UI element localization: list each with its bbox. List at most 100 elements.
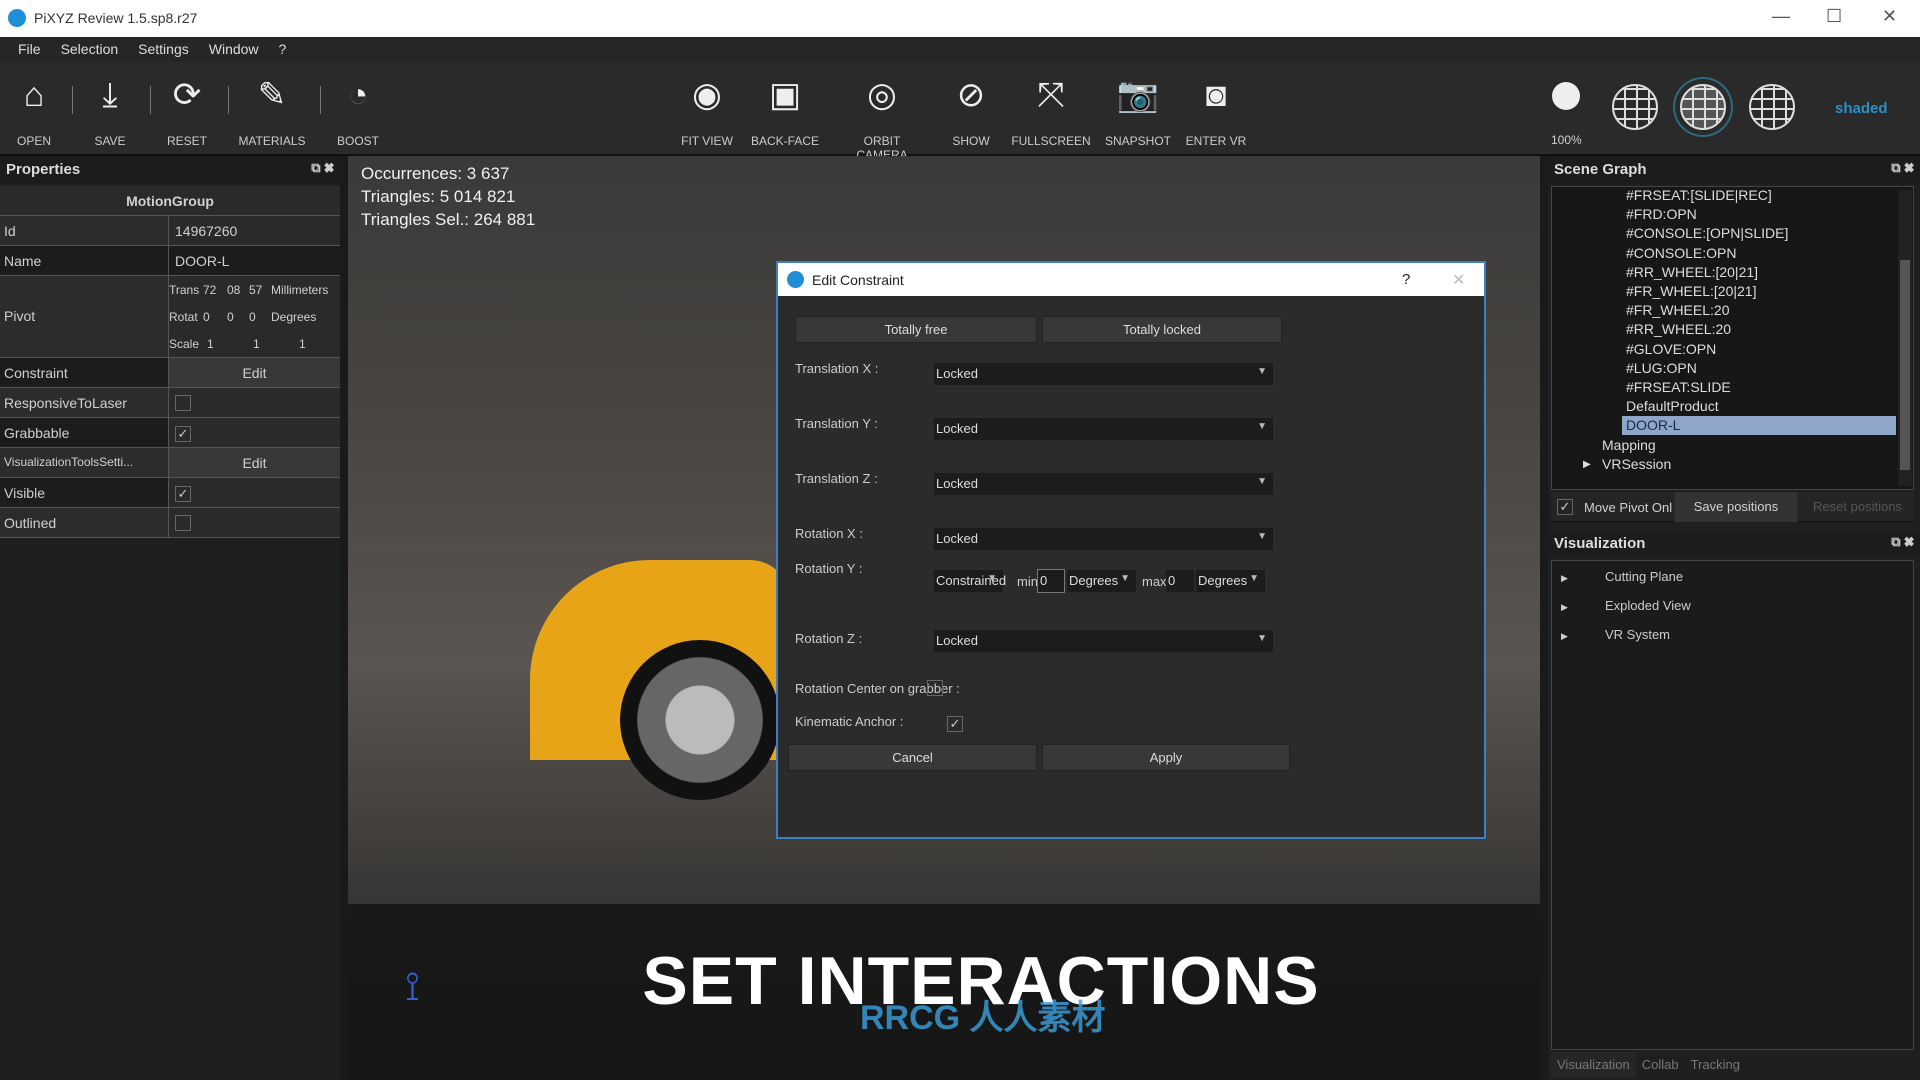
maximize-button[interactable]: ☐ [1826, 6, 1842, 27]
tree-item-vrsession[interactable]: VRSession [1602, 455, 1671, 474]
totally-locked-button[interactable]: Totally locked [1042, 316, 1282, 343]
scene-graph-actions: ✓ Move Pivot Onl Save positions Reset po… [1551, 492, 1914, 522]
tree-item[interactable]: DefaultProduct [1626, 397, 1719, 416]
constraint-dropdown[interactable]: Locked ▼ [934, 528, 1273, 550]
tab-collab[interactable]: Collab [1636, 1052, 1685, 1078]
tree-item[interactable]: #GLOVE:OPN [1626, 340, 1716, 359]
expand-arrow-icon[interactable]: ▶ [1583, 455, 1591, 474]
cancel-button[interactable]: Cancel [788, 744, 1037, 771]
toolbar-fullscreen-button[interactable]: ⤧ FULLSCREEN [1006, 70, 1096, 148]
tree-item[interactable]: #FRSEAT:SLIDE [1626, 378, 1731, 397]
undock-close-icons[interactable]: ⧉ ✖ [1891, 534, 1914, 550]
pivot-trans-value[interactable]: 08 [227, 283, 240, 297]
scene-graph-scrollbar[interactable] [1898, 190, 1912, 486]
menu-selection[interactable]: Selection [51, 37, 129, 62]
min-input[interactable]: 0 [1037, 569, 1065, 593]
tree-item[interactable]: #FR_WHEEL:20 [1626, 301, 1729, 320]
constraint-dropdown[interactable]: Locked ▼ [934, 418, 1273, 440]
tree-item[interactable]: #RR_WHEEL:20 [1626, 320, 1731, 339]
button-label: BACK-FACE [750, 134, 819, 148]
tree-item[interactable]: #FR_WHEEL:[20|21] [1626, 282, 1756, 301]
tree-item[interactable]: #RR_WHEEL:[20|21] [1626, 263, 1758, 282]
scrollbar-thumb[interactable] [1900, 260, 1910, 470]
close-button[interactable]: ✕ [1882, 6, 1897, 27]
refresh-icon: ⟳ [172, 76, 202, 114]
max-unit-dropdown[interactable]: Degrees ▼ [1196, 570, 1265, 592]
tree-item[interactable]: DOOR-L [1622, 416, 1896, 436]
pivot-unit[interactable]: Millimeters [271, 283, 328, 297]
toolbar-orbit-camera-button[interactable]: ◎ ORBIT CAMERA [837, 70, 927, 162]
tab-tracking[interactable]: Tracking [1685, 1052, 1746, 1078]
menu-settings[interactable]: Settings [128, 37, 199, 62]
pivot-trans-value[interactable]: 72 [203, 283, 216, 297]
pivot-unit[interactable]: Degrees [271, 310, 316, 324]
apply-button[interactable]: Apply [1042, 744, 1290, 771]
rotation-y-label: Rotation Y : [795, 561, 863, 576]
tree-item[interactable]: #CONSOLE:OPN [1626, 244, 1736, 263]
reset-positions-button[interactable]: Reset positions [1801, 492, 1914, 522]
rotation-center-checkbox[interactable] [927, 680, 943, 696]
help-button[interactable]: ? [1402, 271, 1410, 288]
minimize-button[interactable]: — [1772, 6, 1790, 27]
tree-item[interactable]: #CONSOLE:[OPN|SLIDE] [1626, 224, 1788, 243]
visualization-item[interactable]: ▶ VR System [1561, 627, 1670, 642]
min-unit-dropdown[interactable]: Degrees ▼ [1067, 570, 1136, 592]
tree-item[interactable]: #FRD:OPN [1626, 205, 1697, 224]
pivot-scale-value[interactable]: 1 [299, 337, 306, 351]
camera-icon: 📷 [1116, 76, 1160, 114]
kinematic-anchor-checkbox[interactable]: ✓ [946, 716, 963, 732]
totally-free-button[interactable]: Totally free [795, 316, 1037, 343]
toolbar-reset-button[interactable]: ⟳ RESET [142, 70, 232, 148]
max-input[interactable]: 0 [1166, 570, 1194, 592]
name-field[interactable]: DOOR-L [169, 246, 340, 275]
constraint-edit-button[interactable]: Edit [169, 358, 340, 387]
shaded-globe-icon[interactable] [1680, 84, 1726, 130]
rotation-z-dropdown[interactable]: Locked ▼ [934, 630, 1273, 652]
undock-close-icons[interactable]: ⧉ ✖ [311, 160, 334, 176]
shaded-wireframe-globe-icon[interactable] [1749, 84, 1795, 130]
pivot-rot-value[interactable]: 0 [227, 310, 234, 324]
responsive-checkbox[interactable] [175, 395, 191, 411]
menu-window[interactable]: Window [199, 37, 269, 62]
toolbar-back-face-button[interactable]: ▣ BACK-FACE [740, 70, 830, 148]
pivot-rot-value[interactable]: 0 [203, 310, 210, 324]
toolbar-enter-vr-button[interactable]: ◙ ENTER VR [1171, 70, 1261, 148]
button-label: ENTER VR [1185, 134, 1247, 148]
visible-checkbox[interactable]: ✓ [175, 486, 191, 502]
dropdown-value: Locked [936, 476, 978, 491]
toolbar-materials-button[interactable]: ✎ MATERIALS [227, 70, 317, 148]
toolbar-snapshot-button[interactable]: 📷 SNAPSHOT [1093, 70, 1183, 148]
tree-item[interactable]: #FRSEAT:[SLIDE|REC] [1626, 186, 1772, 205]
app-logo-icon [787, 271, 804, 288]
visualization-item[interactable]: ▶ Exploded View [1561, 598, 1691, 613]
visualization-item[interactable]: ▶ Cutting Plane [1561, 569, 1683, 584]
menu-help[interactable]: ? [269, 37, 297, 62]
pivot-scale-value[interactable]: 1 [253, 337, 260, 351]
vistools-edit-button[interactable]: Edit [169, 448, 340, 477]
pivot-scale-value[interactable]: 1 [207, 337, 214, 351]
outlined-checkbox[interactable] [175, 515, 191, 531]
tree-item-mapping[interactable]: Mapping [1602, 436, 1656, 455]
prop-label: ResponsiveToLaser [0, 388, 169, 417]
move-pivot-checkbox[interactable]: ✓ [1557, 499, 1573, 515]
grabbable-checkbox[interactable]: ✓ [175, 426, 191, 442]
wireframe-globe-icon[interactable] [1612, 84, 1658, 130]
rotation-y-mode-dropdown[interactable]: Constrained ▼ [934, 570, 1006, 592]
tree-item[interactable]: #LUG:OPN [1626, 359, 1697, 378]
opacity-icon[interactable] [1552, 82, 1580, 110]
tab-visualization[interactable]: Visualization [1551, 1052, 1636, 1078]
dialog-close-button[interactable]: ✕ [1452, 270, 1465, 290]
toolbar-fit-view-button[interactable]: ◉ FIT VIEW [662, 70, 752, 148]
toolbar-show-button[interactable]: ⊘ SHOW [926, 70, 1016, 148]
prop-pivot: Pivot Trans 72 08 57 Millimeters Rotat 0 0 0 Degr… [0, 276, 340, 358]
prop-id: Id 14967260 [0, 216, 340, 246]
pivot-rot-value[interactable]: 0 [249, 310, 256, 324]
toolbar-boost-button[interactable]: ◔ BOOST [313, 70, 403, 148]
menu-file[interactable]: File [8, 37, 51, 62]
constraint-dropdown[interactable]: Locked ▼ [934, 473, 1273, 495]
save-positions-button[interactable]: Save positions [1675, 492, 1797, 522]
undock-close-icons[interactable]: ⧉ ✖ [1891, 160, 1914, 176]
pivot-trans-value[interactable]: 57 [249, 283, 262, 297]
button-label: SNAPSHOT [1104, 134, 1171, 148]
constraint-dropdown[interactable]: Locked ▼ [934, 363, 1273, 385]
